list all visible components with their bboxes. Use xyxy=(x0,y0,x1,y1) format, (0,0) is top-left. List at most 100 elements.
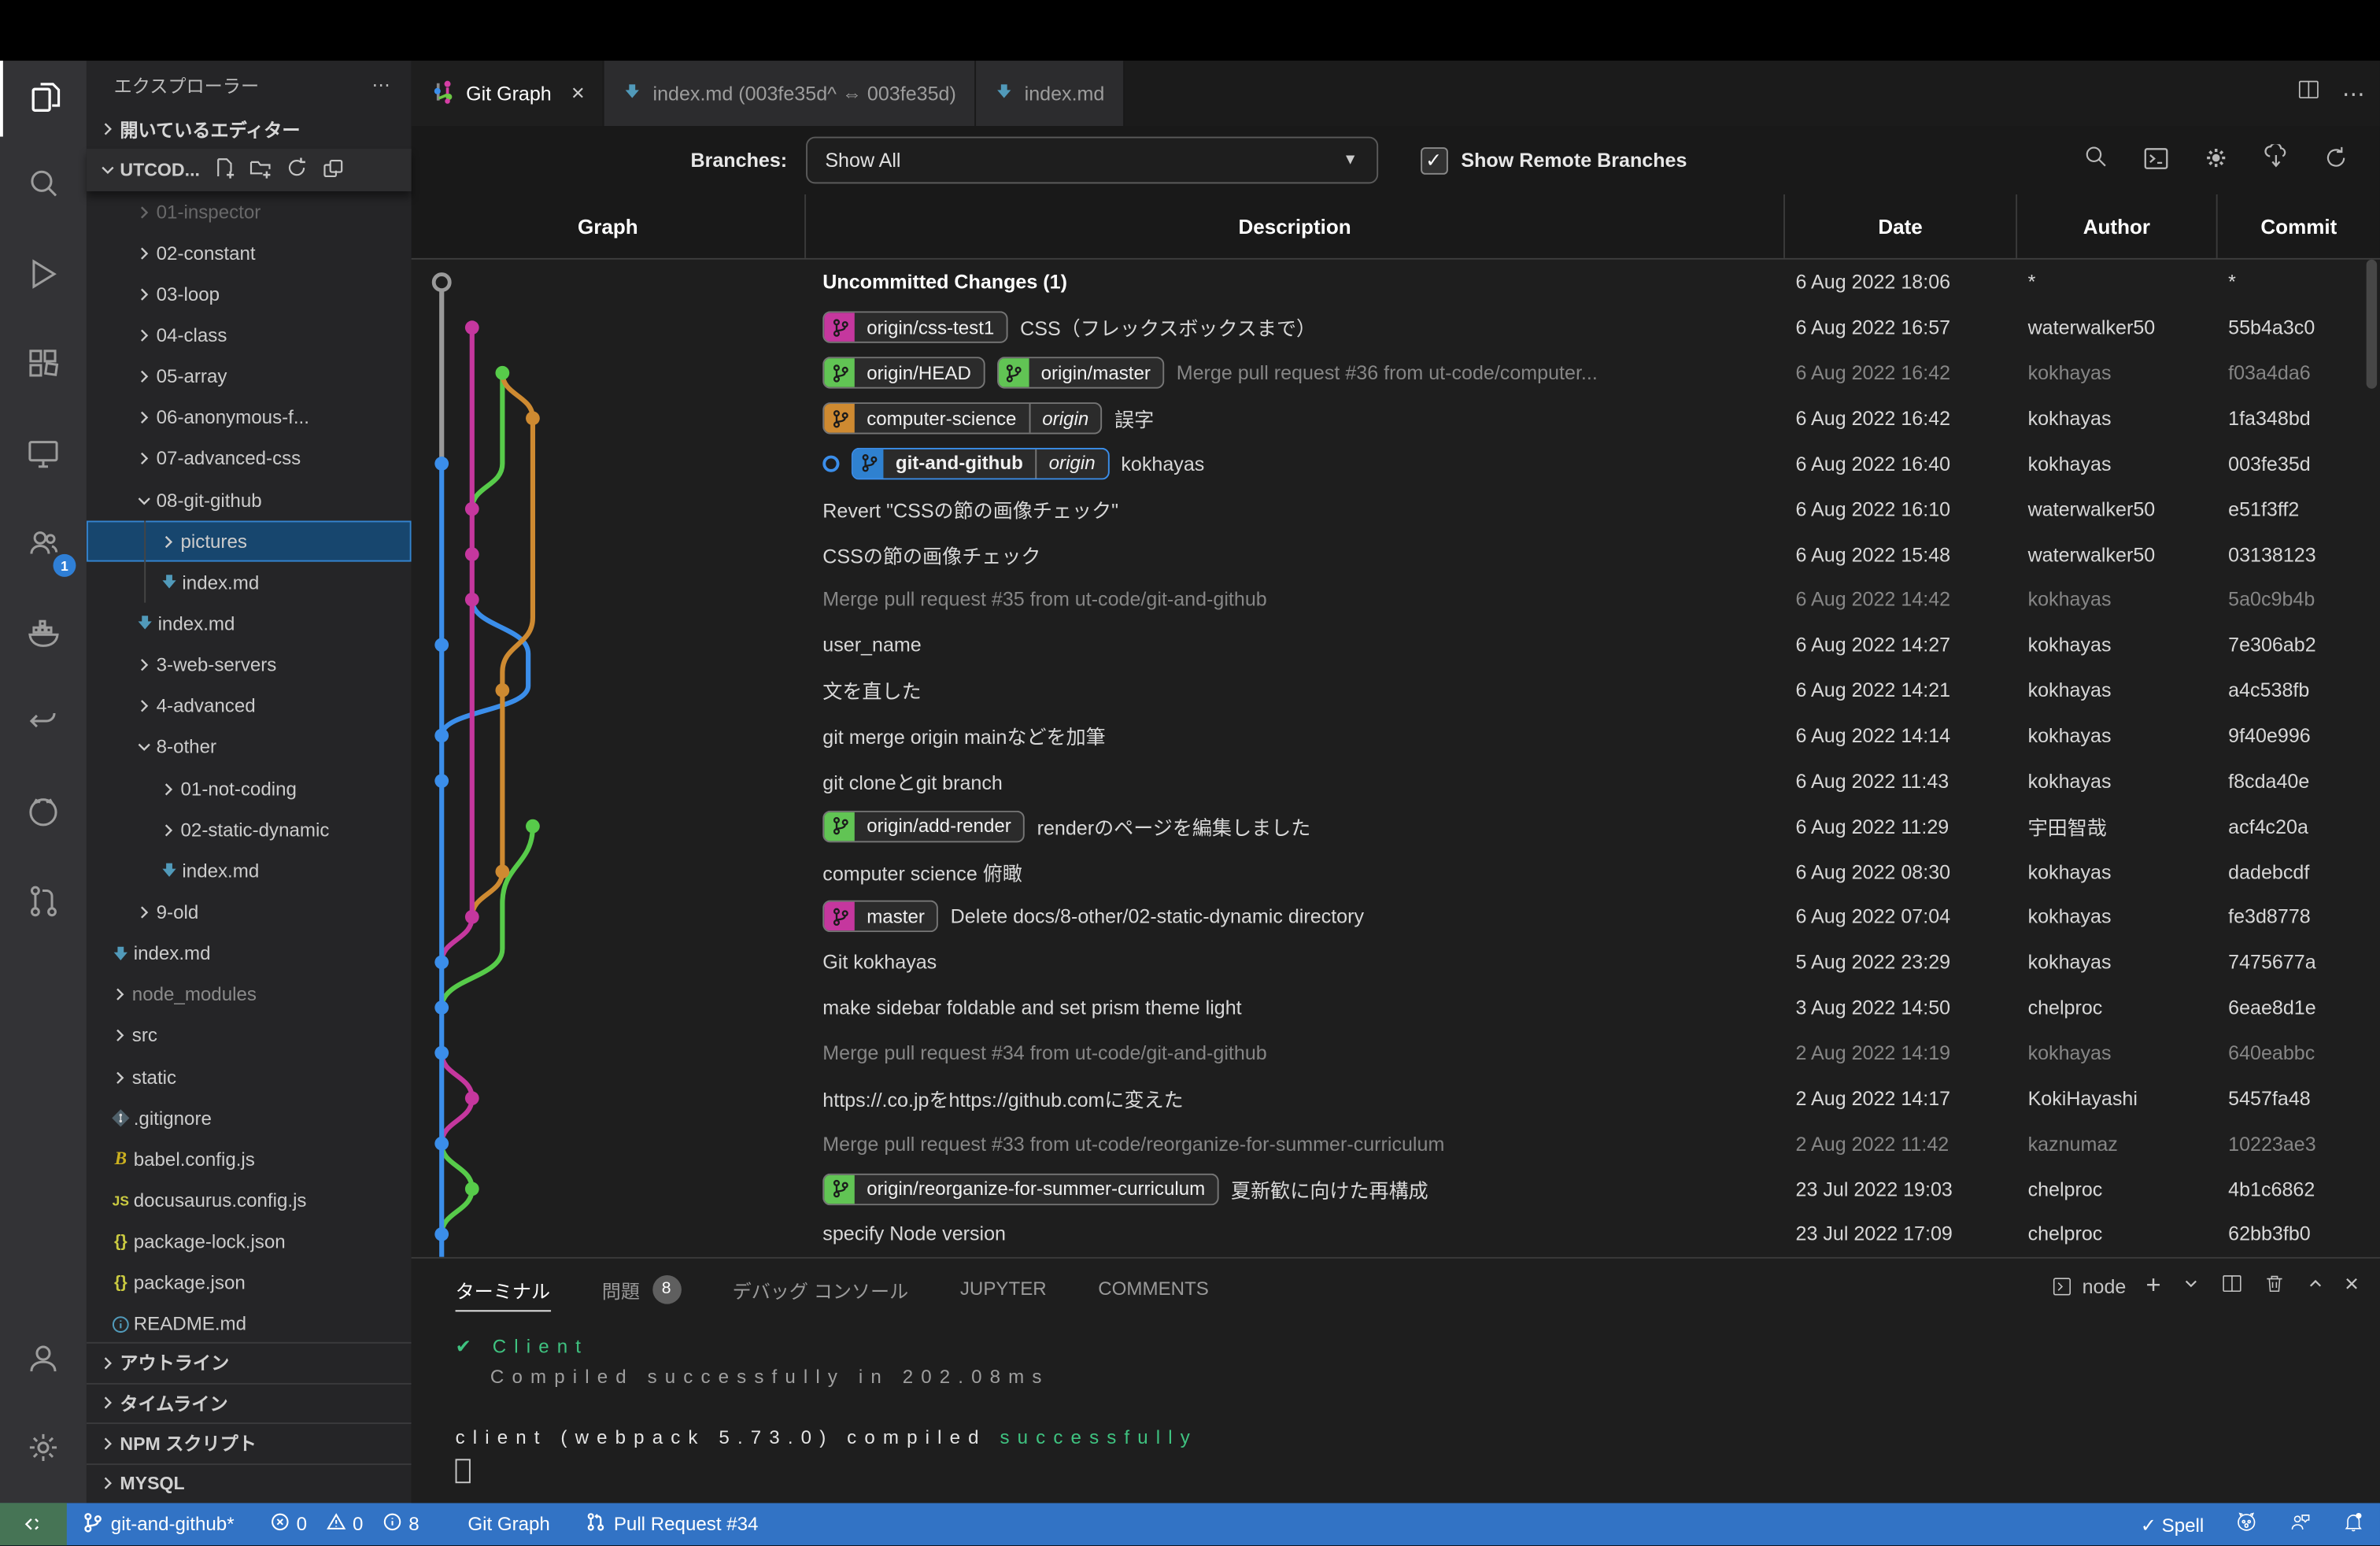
commit-row[interactable]: Uncommitted Changes (1)6 Aug 2022 18:06*… xyxy=(412,260,2380,305)
file-item-docusaurus-config-js[interactable]: JSdocusaurus.config.js xyxy=(87,1180,412,1221)
commit-row[interactable]: computer-scienceorigin誤字6 Aug 2022 16:42… xyxy=(412,396,2380,442)
commit-row[interactable]: CSSの節の画像チェック6 Aug 2022 15:48waterwalker5… xyxy=(412,531,2380,577)
branch-badge-origin-add-render[interactable]: origin/add-render xyxy=(822,810,1025,842)
settings-icon[interactable] xyxy=(2202,144,2230,176)
column-header-commit[interactable]: Commit xyxy=(2216,194,2380,258)
chevron-down-icon[interactable] xyxy=(2181,1274,2201,1298)
commit-row[interactable]: Merge pull request #35 from ut-code/git-… xyxy=(412,577,2380,623)
terminal-output[interactable]: ✔ ClientCompiled successfully in 202.08m… xyxy=(412,1319,2380,1483)
commit-row[interactable]: origin/reorganize-for-summer-curriculum夏… xyxy=(412,1167,2380,1212)
branch-badge-origin-master[interactable]: origin/master xyxy=(997,357,1165,388)
activity-run-debug[interactable] xyxy=(0,240,87,316)
trash-icon[interactable] xyxy=(2263,1272,2286,1300)
branch-badge-origin-reorganize-for-summer-curriculum[interactable]: origin/reorganize-for-summer-curriculum xyxy=(822,1173,1218,1205)
activity-explorer[interactable] xyxy=(0,61,87,136)
commit-row[interactable]: make sidebar foldable and set prism them… xyxy=(412,985,2380,1030)
file-item-index-md[interactable]: index.md xyxy=(87,850,412,891)
tab-index-md[interactable]: index.md xyxy=(976,61,1125,126)
file-item-index-md[interactable]: index.md xyxy=(87,603,412,644)
refresh-icon[interactable] xyxy=(2323,144,2350,176)
remote-indicator[interactable] xyxy=(0,1503,67,1545)
folder-item-05-array[interactable]: 05-array xyxy=(87,356,412,397)
folder-item-src[interactable]: src xyxy=(87,1015,412,1056)
activity-account[interactable] xyxy=(0,1324,87,1400)
branches-dropdown[interactable]: Show All ▼ xyxy=(805,137,1377,184)
folder-item-04-class[interactable]: 04-class xyxy=(87,315,412,356)
folder-item-static[interactable]: static xyxy=(87,1056,412,1097)
file-item-babel-config-js[interactable]: Bbabel.config.js xyxy=(87,1139,412,1180)
panel-tab-COMMENTS[interactable]: COMMENTS xyxy=(1098,1259,1209,1319)
new-file-icon[interactable] xyxy=(212,157,235,184)
commit-row[interactable]: git merge origin mainなどを加筆6 Aug 2022 14:… xyxy=(412,713,2380,759)
activity-pull-requests[interactable] xyxy=(0,867,87,942)
file-item-index-md[interactable]: index.md xyxy=(87,933,412,974)
new-folder-icon[interactable] xyxy=(249,157,272,184)
branch-badge-computer-science[interactable]: computer-scienceorigin xyxy=(822,402,1102,435)
commit-row[interactable]: https://.co.jpをhttps://github.comに変えた2 A… xyxy=(412,1075,2380,1121)
split-icon[interactable] xyxy=(2220,1272,2243,1300)
file-item-package-lock-json[interactable]: {}package-lock.json xyxy=(87,1222,412,1263)
terminal-icon[interactable] xyxy=(2142,143,2171,176)
folder-item-08-git-github[interactable]: 08-git-github xyxy=(87,479,412,520)
panel-tab--[interactable]: 問題8 xyxy=(602,1259,681,1319)
activity-codetour[interactable] xyxy=(0,688,87,764)
commit-row[interactable]: Merge pull request #33 from ut-code/reor… xyxy=(412,1121,2380,1167)
open-editors-section[interactable]: 開いているエディター xyxy=(87,109,412,149)
commit-row[interactable]: origin/add-renderrenderのページを編集しました6 Aug … xyxy=(412,804,2380,849)
show-remote-checkbox[interactable]: ✓ xyxy=(1420,146,1447,174)
tab-git-graph[interactable]: Git Graph× xyxy=(412,61,604,126)
status-pull-request[interactable]: Pull Request #34 xyxy=(586,1512,758,1537)
folder-item-01-not-coding[interactable]: 01-not-coding xyxy=(87,768,412,809)
search-icon[interactable] xyxy=(2082,144,2110,176)
folder-item-01-inspector[interactable]: 01-inspector xyxy=(87,191,412,232)
branch-badge-master[interactable]: master xyxy=(822,901,938,934)
branch-badge-origin-head[interactable]: origin/HEAD xyxy=(822,357,985,388)
more-actions-icon[interactable]: ⋯ xyxy=(2342,80,2365,107)
file-item-index-md[interactable]: index.md xyxy=(87,562,412,603)
activity-github[interactable] xyxy=(0,777,87,853)
activity-accounts[interactable]: 1 xyxy=(0,509,87,584)
panel-tab--[interactable]: ターミナル xyxy=(456,1259,551,1319)
tab-index-md-003fe35d-003fe35d-[interactable]: index.md (003fe35d^ ⇔ 003fe35d) xyxy=(604,61,976,126)
commit-row[interactable]: Revert "CSSの節の画像チェック"6 Aug 2022 16:10wat… xyxy=(412,486,2380,532)
split-editor-icon[interactable] xyxy=(2297,77,2321,109)
commit-row[interactable]: 文を直した6 Aug 2022 14:21kokhayasa4c538fb xyxy=(412,668,2380,713)
commit-row[interactable]: user_name6 Aug 2022 14:27kokhayas7e306ab… xyxy=(412,622,2380,668)
activity-extensions[interactable] xyxy=(0,329,87,405)
collapse-all-icon[interactable] xyxy=(321,157,344,184)
folder-item-3-web-servers[interactable]: 3-web-servers xyxy=(87,645,412,686)
fetch-icon[interactable] xyxy=(2262,143,2291,176)
file-item-package-json[interactable]: {}package.json xyxy=(87,1263,412,1304)
commit-row[interactable]: git cloneとgit branch6 Aug 2022 11:43kokh… xyxy=(412,758,2380,804)
scrollbar-thumb[interactable] xyxy=(2367,260,2378,389)
plus-icon[interactable]: + xyxy=(2145,1270,2160,1301)
commit-row[interactable]: computer science 俯瞰6 Aug 2022 08:30kokha… xyxy=(412,849,2380,894)
activity-settings[interactable] xyxy=(0,1413,87,1489)
folder-item-06-anonymous-f-[interactable]: 06-anonymous-f... xyxy=(87,398,412,438)
panel-tab-JUPYTER[interactable]: JUPYTER xyxy=(960,1259,1047,1319)
status-feedback[interactable] xyxy=(2289,1511,2312,1538)
column-header-author[interactable]: Author xyxy=(2016,194,2216,258)
status-notifications[interactable] xyxy=(2342,1511,2365,1538)
folder-item-02-static-dynamic[interactable]: 02-static-dynamic xyxy=(87,809,412,850)
column-header-description[interactable]: Description xyxy=(804,194,1783,258)
commit-row[interactable]: origin/HEADorigin/masterMerge pull reque… xyxy=(412,350,2380,396)
column-header-date[interactable]: Date xyxy=(1783,194,2016,258)
sidebar-section-MYSQL[interactable]: MYSQL xyxy=(87,1463,412,1503)
folder-item-pictures[interactable]: pictures xyxy=(87,521,412,562)
sidebar-section-NPM-[interactable]: NPM スクリプト xyxy=(87,1422,412,1463)
chevron-up-icon[interactable] xyxy=(2305,1274,2325,1298)
status-git-graph[interactable]: Git Graph xyxy=(468,1514,550,1535)
refresh-icon[interactable] xyxy=(285,157,308,184)
commit-row[interactable]: Merge pull request #34 from ut-code/git-… xyxy=(412,1030,2380,1076)
commit-row[interactable]: masterDelete docs/8-other/02-static-dyna… xyxy=(412,894,2380,940)
folder-item-03-loop[interactable]: 03-loop xyxy=(87,274,412,315)
more-actions-icon[interactable]: ⋯ xyxy=(371,74,393,95)
sidebar-section--[interactable]: アウトライン xyxy=(87,1342,412,1382)
close-icon[interactable]: × xyxy=(571,80,585,106)
activity-docker[interactable] xyxy=(0,598,87,674)
status-copilot[interactable] xyxy=(2234,1510,2259,1539)
status-git-branch[interactable]: git-and-github* xyxy=(82,1511,234,1537)
commit-row[interactable]: origin/css-test1CSS（フレックスボックスまで）6 Aug 20… xyxy=(412,305,2380,350)
sidebar-section--[interactable]: タイムライン xyxy=(87,1382,412,1422)
